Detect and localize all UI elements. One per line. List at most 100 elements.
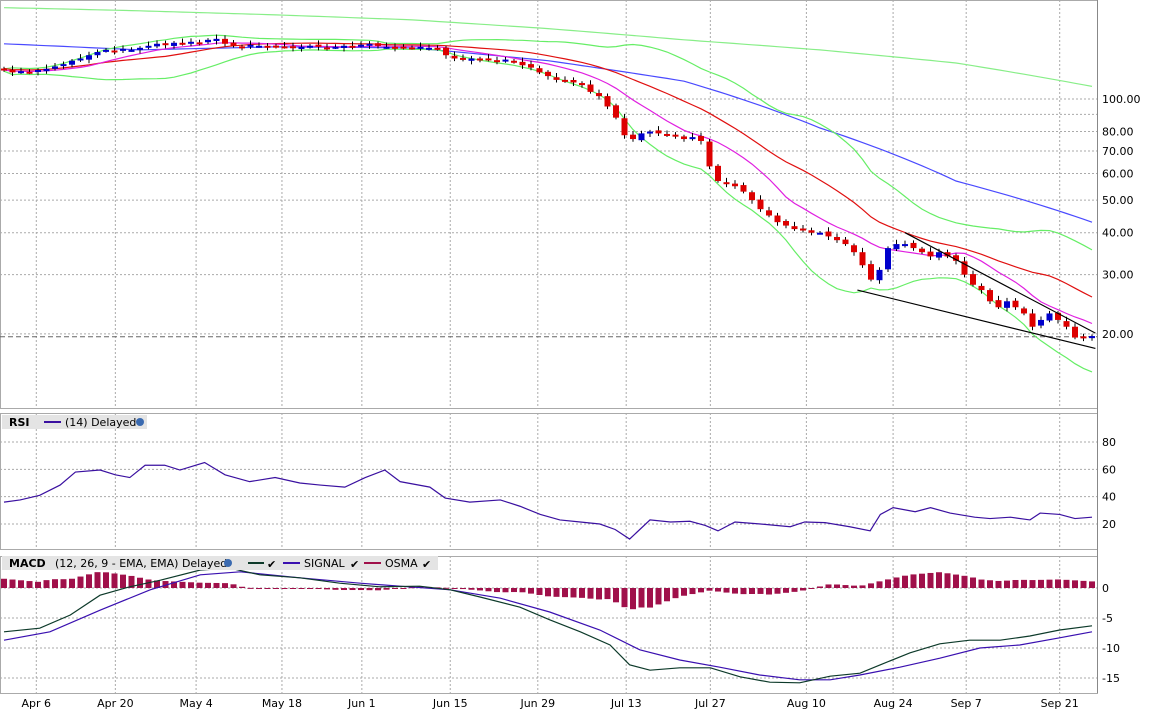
candle-body xyxy=(1038,319,1044,326)
globe-icon xyxy=(136,418,144,426)
candle-body xyxy=(732,183,738,187)
candle-body xyxy=(281,46,288,49)
candle-body xyxy=(859,252,866,266)
osma-bar xyxy=(936,572,942,588)
signal-legend-label: SIGNAL xyxy=(304,557,346,570)
candle-body xyxy=(834,236,840,241)
candle-body xyxy=(111,50,118,53)
candle-body xyxy=(817,232,823,235)
macd-checkbox-icon[interactable]: ✔ xyxy=(267,558,276,571)
candle-body xyxy=(536,68,543,73)
candle-body xyxy=(239,46,245,49)
osma-bar xyxy=(953,574,959,588)
signal-checkbox-icon[interactable]: ✔ xyxy=(350,558,359,571)
macd-tick-label: -15 xyxy=(1102,672,1120,685)
osma-bar xyxy=(902,575,908,588)
candle-body xyxy=(689,137,696,140)
candle-body xyxy=(893,244,900,250)
candle-body xyxy=(970,274,976,285)
osma-bar xyxy=(604,588,611,600)
osma-bar xyxy=(60,579,67,588)
candle-body xyxy=(749,192,755,201)
candle-body xyxy=(366,43,373,46)
osma-bar xyxy=(86,574,92,588)
candle-body xyxy=(995,300,1002,308)
candle-body xyxy=(205,39,211,43)
osma-bar xyxy=(137,577,143,588)
osma-bar xyxy=(111,573,118,588)
osma-bar xyxy=(366,588,373,591)
candle-body xyxy=(902,244,908,247)
candle-body xyxy=(26,71,33,74)
candle-body xyxy=(851,245,857,253)
osma-bar xyxy=(315,588,322,589)
osma-bar xyxy=(273,588,279,589)
candle-body xyxy=(103,49,109,52)
candle-body xyxy=(1072,326,1078,338)
osma-bar xyxy=(621,588,628,608)
candle-body xyxy=(715,165,721,182)
rsi-tick-label: 40 xyxy=(1102,491,1116,504)
candle-body xyxy=(910,242,917,249)
candle-body xyxy=(383,46,390,49)
candle-body xyxy=(171,42,177,46)
osma-bar xyxy=(638,588,645,608)
candle-body xyxy=(502,59,509,62)
candle-body xyxy=(613,105,619,118)
candle-body xyxy=(230,42,237,46)
osma-checkbox-icon[interactable]: ✔ xyxy=(422,558,431,571)
macd-params: (12, 26, 9 - EMA, EMA) Delayed xyxy=(55,557,227,570)
osma-bar xyxy=(834,584,840,588)
osma-bar xyxy=(1080,580,1087,588)
candle-body xyxy=(86,55,92,60)
osma-bar xyxy=(324,588,330,590)
osma-bar xyxy=(927,572,934,588)
candle-body xyxy=(154,43,160,47)
osma-bar xyxy=(630,588,636,610)
osma-bar xyxy=(893,577,900,588)
osma-bar xyxy=(179,581,186,588)
x-tick-label: Aug 24 xyxy=(874,697,913,710)
candle-body xyxy=(562,79,568,82)
osma-bar xyxy=(842,585,849,588)
candle-body xyxy=(409,47,415,50)
osma-bar xyxy=(766,588,772,595)
osma-bar xyxy=(298,588,305,589)
candle-body xyxy=(443,47,449,56)
candle-body xyxy=(43,68,50,72)
candle-body xyxy=(18,71,24,74)
candle-body xyxy=(587,84,594,92)
candle-body xyxy=(417,46,424,49)
osma-bar xyxy=(970,577,976,588)
osma-bar xyxy=(587,588,594,599)
osma-bar xyxy=(222,583,228,588)
candle-body xyxy=(400,46,407,49)
candle-body xyxy=(1080,336,1087,339)
candle-body xyxy=(800,228,806,231)
candle-body xyxy=(196,42,203,45)
x-tick-label: Sep 21 xyxy=(1041,697,1079,710)
osma-bar xyxy=(519,588,526,593)
osma-bar xyxy=(885,579,891,588)
osma-bar xyxy=(188,582,194,588)
osma-bar xyxy=(247,587,254,589)
candle-body xyxy=(434,47,441,50)
osma-bar xyxy=(851,585,857,588)
stock-chart: 100.00 80.00 70.00 60.00 50.00 40.00 30.00 20.0… xyxy=(0,0,1141,710)
osma-bar xyxy=(689,588,696,595)
osma-bar xyxy=(341,588,347,591)
osma-bar xyxy=(69,578,75,588)
osma-bar xyxy=(783,588,789,593)
x-tick-label: May 4 xyxy=(179,697,212,710)
macd-label: MACD xyxy=(9,557,46,570)
candle-body xyxy=(553,77,560,80)
candle-body xyxy=(35,69,41,72)
candle-body xyxy=(213,38,220,42)
osma-bar xyxy=(944,573,951,588)
x-tick-label: Apr 6 xyxy=(22,697,52,710)
price-panel: 100.00 80.00 70.00 60.00 50.00 40.00 30.00 20.0… xyxy=(0,0,1141,409)
osma-bar xyxy=(579,588,585,598)
x-tick-label: May 18 xyxy=(262,697,302,710)
candle-body xyxy=(307,45,313,48)
osma-bar xyxy=(545,588,551,597)
